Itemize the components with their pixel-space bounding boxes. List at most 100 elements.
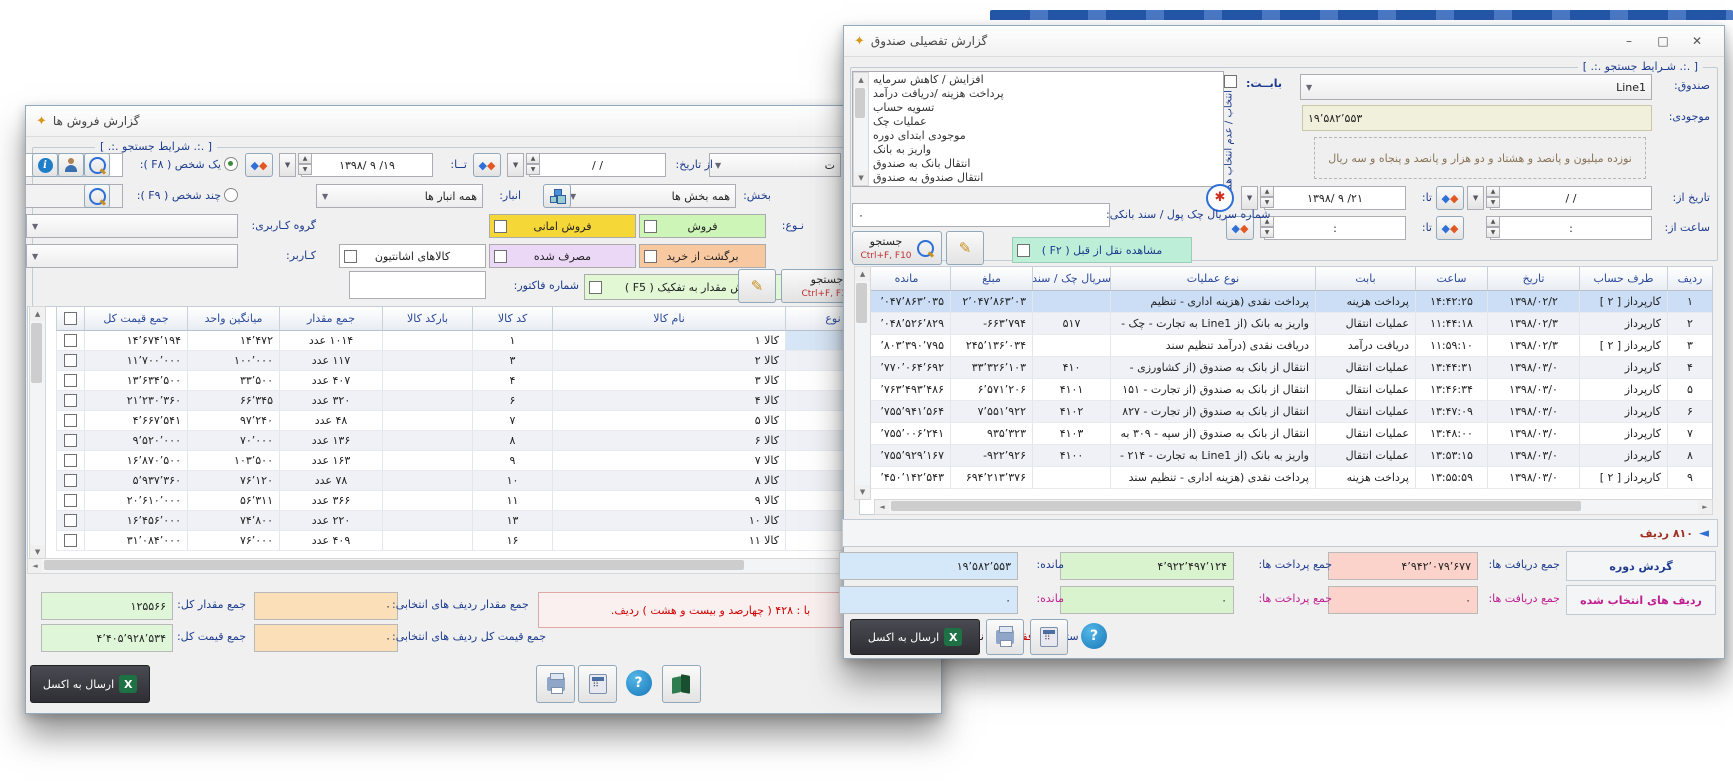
row-checkbox-icon[interactable] xyxy=(64,334,77,347)
sales-titlebar[interactable]: گزارش فروش ها✦ – □ ✕ xyxy=(26,106,941,137)
cell-select[interactable] xyxy=(56,431,84,451)
scroll-right-icon[interactable]: ► xyxy=(1698,500,1712,514)
scrollbar-thumb[interactable] xyxy=(31,323,42,383)
col-header-barcode[interactable]: بارکد کالا xyxy=(382,307,472,331)
to-date-dropdown[interactable]: ▼ xyxy=(279,153,296,177)
col-header-amount[interactable]: مبلغ xyxy=(950,267,1032,291)
person-card-button[interactable] xyxy=(58,153,84,177)
col-header-date[interactable]: تاریخ xyxy=(1487,267,1579,291)
sales-table[interactable]: نوعنام کالاکد کالابارکد کالاجمع مقدارمیا… xyxy=(27,306,881,574)
scroll-down-icon[interactable]: ▼ xyxy=(854,171,868,185)
cell-select[interactable] xyxy=(56,331,84,351)
scroll-down-icon[interactable]: ▼ xyxy=(855,485,870,499)
cell-select[interactable] xyxy=(56,411,84,431)
cash-table[interactable]: ردیفطرف حسابتاریخساعتبابتنوع عملیاتسریال… xyxy=(859,266,1713,515)
table-row[interactable]: ۸کارپرداز۱۳۹۸/۰۳/۰۱۳:۵۳:۱۵عملیات انتقالو… xyxy=(860,445,1712,467)
type-purchase-return-checkbox[interactable]: برگشت از خرید xyxy=(639,244,766,268)
invoice-no-input[interactable] xyxy=(349,271,486,299)
multi-person-radio[interactable]: چند شخص ( F۹ ): xyxy=(137,188,238,202)
to-date-clear-button[interactable]: ◆◆ xyxy=(245,153,273,177)
cash-export-excel-button[interactable]: Xارسال به اکسل xyxy=(850,619,980,655)
cash-time-to-input[interactable]: : xyxy=(1264,216,1406,240)
minimize-button[interactable]: – xyxy=(1612,34,1646,48)
filter-list-item[interactable]: افزایش / کاهش سرمایه xyxy=(853,72,1219,86)
scrollbar-thumb[interactable] xyxy=(891,501,1581,511)
cell-select[interactable] xyxy=(56,531,84,551)
table-row[interactable]: ۴کارپرداز۱۳۹۸/۰۳/۰۱۳:۴۴:۳۱عملیات انتقالا… xyxy=(860,357,1712,379)
date-to-spinner[interactable]: ▲▼ xyxy=(1260,186,1274,208)
spinner-up-icon[interactable]: ▲ xyxy=(526,153,540,164)
cash-table-hscrollbar[interactable]: ◄ ► xyxy=(874,499,1713,515)
time-from-clear-button[interactable]: ◆◆ xyxy=(1436,216,1464,240)
cashbox-combo[interactable]: ▼Line1 xyxy=(1300,74,1652,100)
spinner-up-icon[interactable]: ▲ xyxy=(298,153,312,164)
row-checkbox-icon[interactable] xyxy=(64,374,77,387)
spinner-down-icon[interactable]: ▼ xyxy=(1486,227,1500,238)
col-header-avg[interactable]: میانگین واحد xyxy=(187,307,279,331)
spinner-down-icon[interactable]: ▼ xyxy=(1260,197,1274,208)
scrollbar-thumb[interactable] xyxy=(44,560,744,570)
one-person-radio[interactable]: یک شخص ( F۸ ): xyxy=(140,157,238,171)
time-from-spinner[interactable]: ▲▼ xyxy=(1486,216,1500,238)
scroll-left-icon[interactable]: ◄ xyxy=(875,500,889,514)
filter-list-item[interactable]: موجودی ابتدای دوره xyxy=(853,128,1219,142)
filter-list-item[interactable]: انتقال صندوق به صندوق xyxy=(853,170,1219,184)
row-checkbox-icon[interactable] xyxy=(64,394,77,407)
cash-help-button[interactable]: ? xyxy=(1076,619,1112,653)
filter-list-item[interactable]: پرداخت هزینه /دریافت درآمد xyxy=(853,86,1219,100)
to-date-input[interactable]: ۱۳۹۸/ ۹ /۱۹ xyxy=(301,153,433,177)
col-header-regarding[interactable]: بابت xyxy=(1315,267,1415,291)
table-row[interactable]: کالا ۷۹۱۶۳ عدد۱۰۳٬۵۰۰۱۶٬۸۷۰٬۵۰۰ xyxy=(28,451,880,471)
spinner-up-icon[interactable]: ▲ xyxy=(1260,186,1274,197)
scroll-up-icon[interactable]: ▲ xyxy=(854,73,868,87)
cell-select[interactable] xyxy=(56,371,84,391)
table-row[interactable]: ۳کارپرداز [ ۲ ]۱۳۹۸/۰۲/۳۱۱:۵۹:۱۰دریافت د… xyxy=(860,335,1712,357)
scroll-left-icon[interactable]: ◄ xyxy=(28,559,42,573)
cash-date-to-input[interactable]: ۱۳۹۸/ ۹ /۲۱ xyxy=(1264,186,1406,210)
date-to-dropdown[interactable]: ▼ xyxy=(1241,186,1258,210)
cash-table-vscrollbar[interactable]: ▲ ▼ xyxy=(854,266,871,500)
from-date-clear-button[interactable]: ◆◆ xyxy=(473,153,501,177)
row-checkbox-icon[interactable] xyxy=(64,454,77,467)
row-checkbox-icon[interactable] xyxy=(64,434,77,447)
user-group-combo[interactable]: ▼ xyxy=(26,214,238,238)
header-checkbox-icon[interactable] xyxy=(64,312,77,325)
col-header-serial[interactable]: سریال چک / سند xyxy=(1032,267,1110,291)
filter-list-item[interactable]: انتقال بانک به صندوق xyxy=(853,156,1219,170)
scrollbar-thumb[interactable] xyxy=(856,283,867,323)
spinner-up-icon[interactable]: ▲ xyxy=(1486,216,1500,227)
spinner-down-icon[interactable]: ▼ xyxy=(1486,197,1500,208)
col-header-time[interactable]: ساعت xyxy=(1415,267,1487,291)
table-row[interactable]: کالا ۳۴۴۰۷ عدد۳۳٬۵۰۰۱۳٬۶۳۴٬۵۰۰ xyxy=(28,371,880,391)
user-combo[interactable]: ▼ xyxy=(26,244,238,268)
cash-edit-button[interactable]: ✎ xyxy=(946,231,984,265)
row-checkbox-icon[interactable] xyxy=(64,514,77,527)
table-row[interactable]: کالا ۱۱۱۰۱۴ عدد۱۴٬۴۷۲۱۴٬۶۷۴٬۱۹۴ xyxy=(28,331,880,351)
cell-select[interactable] xyxy=(56,511,84,531)
sales-calculator-button[interactable] xyxy=(578,665,617,703)
sales-export-excel-button[interactable]: Xارسال به اکسل xyxy=(30,665,150,703)
cell-select[interactable] xyxy=(56,451,84,471)
sales-help-button[interactable]: ? xyxy=(620,665,657,701)
table-row[interactable]: ۹کارپرداز [ ۲ ]۱۳۹۸/۰۳/۰۱۳:۵۵:۵۹پرداخت ه… xyxy=(860,467,1712,489)
report-edit-button[interactable]: ✎ xyxy=(738,269,776,303)
cash-search-button[interactable]: جستجو Ctrl+F, F10 xyxy=(852,231,942,265)
serial-input[interactable]: ۰ xyxy=(852,203,1110,227)
col-header-qty[interactable]: جمع مقدار xyxy=(279,307,382,331)
multi-person-lookup-button[interactable] xyxy=(84,184,110,208)
store-combo[interactable]: همه انبار ها▼ xyxy=(316,184,483,208)
date-from-dropdown[interactable]: ▼ xyxy=(1467,186,1484,210)
table-row[interactable]: ۷کارپرداز۱۳۹۸/۰۳/۰۱۳:۴۸:۰۰عملیات انتقالا… xyxy=(860,423,1712,445)
type-sale-checkbox[interactable]: فروش xyxy=(639,214,766,238)
table-row[interactable]: کالا ۲۳۱۱۷ عدد۱۰۰٬۰۰۰۱۱٬۷۰۰٬۰۰۰ xyxy=(28,351,880,371)
sales-print-button[interactable] xyxy=(536,665,575,703)
cash-calculator-button[interactable] xyxy=(1030,619,1068,655)
cell-select[interactable] xyxy=(56,391,84,411)
scroll-down-icon[interactable]: ▼ xyxy=(30,545,45,559)
table-row[interactable]: کالا ۸۱۰۷۸ عدد۷۶٬۱۲۰۵٬۹۳۷٬۳۶۰ xyxy=(28,471,880,491)
table-row[interactable]: کالا ۱۰۱۳۲۲۰ عدد۷۴٬۸۰۰۱۶٬۴۵۶٬۰۰۰ xyxy=(28,511,880,531)
sales-table-vscrollbar[interactable]: ▲ ▼ xyxy=(29,306,46,560)
spinner-down-icon[interactable]: ▼ xyxy=(1260,227,1274,238)
section-combo[interactable]: همه بخش ها▼ xyxy=(564,184,736,208)
filter-list-scrollbar[interactable]: ▲ ▼ xyxy=(853,72,869,186)
